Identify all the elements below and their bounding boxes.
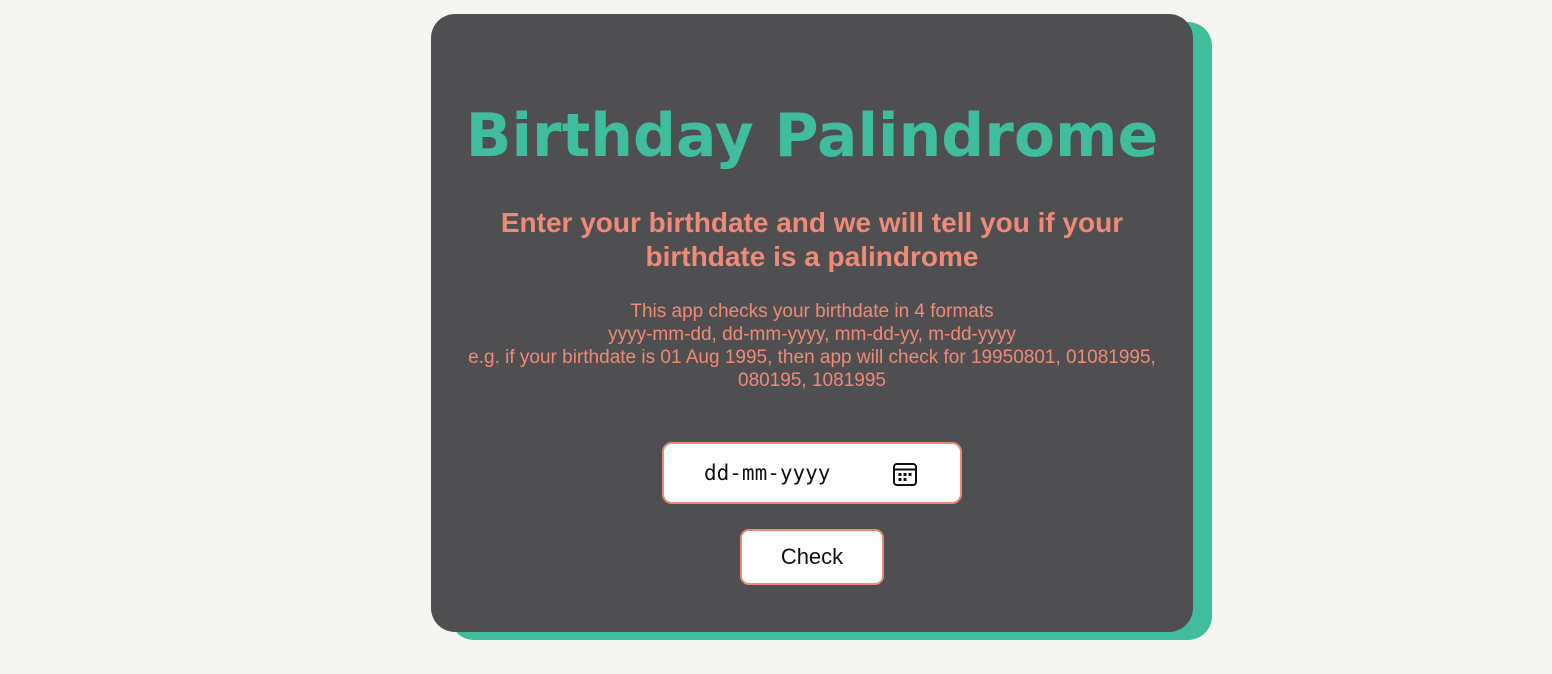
info-block: This app checks your birthdate in 4 form…	[441, 300, 1183, 392]
info-line-example: e.g. if your birthdate is 01 Aug 1995, t…	[468, 347, 1156, 391]
main-card: Birthday Palindrome Enter your birthdate…	[431, 14, 1193, 632]
birthdate-input[interactable]: dd-mm-yyyy	[662, 442, 962, 504]
info-line-formats-intro: This app checks your birthdate in 4 form…	[630, 301, 994, 322]
info-line-formats: yyyy-mm-dd, dd-mm-yyyy, mm-dd-yy, m-dd-y…	[608, 324, 1016, 345]
page-subtitle: Enter your birthdate and we will tell yo…	[500, 207, 1124, 272]
calendar-icon[interactable]	[892, 461, 918, 487]
page-title: Birthday Palindrome	[465, 101, 1159, 171]
check-button[interactable]: Check	[740, 529, 884, 585]
birthdate-placeholder: dd-mm-yyyy	[704, 461, 831, 485]
